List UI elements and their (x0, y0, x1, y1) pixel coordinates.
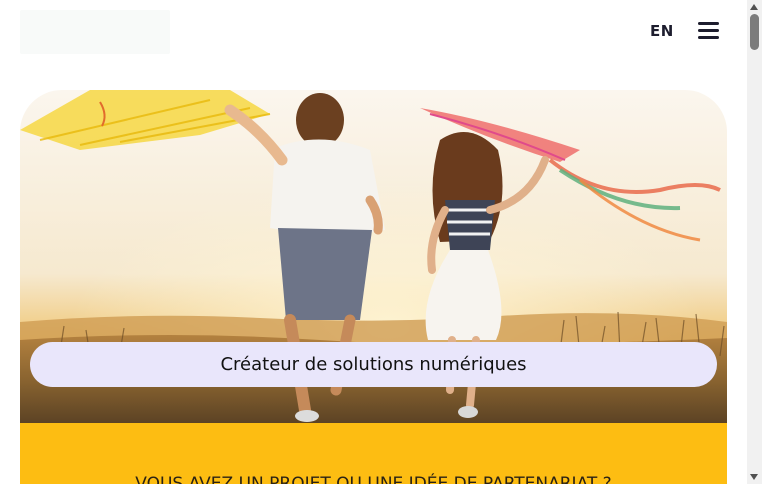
scroll-up-arrow-icon[interactable] (750, 4, 758, 10)
menu-bar (698, 29, 719, 32)
hamburger-menu-icon[interactable] (697, 22, 721, 40)
scroll-down-arrow-icon[interactable] (750, 474, 758, 480)
site-logo[interactable] (20, 10, 170, 54)
menu-bar (698, 22, 719, 25)
partnership-cta-heading[interactable]: VOUS AVEZ UN PROJET OU UNE IDÉE DE PARTE… (20, 474, 727, 484)
hero-banner: Créateur de solutions numériques (20, 90, 727, 424)
vertical-scrollbar[interactable] (747, 0, 762, 484)
page: EN Créateur de solutions numériques VOUS… (0, 0, 747, 484)
hero-tagline: Créateur de solutions numériques (30, 342, 717, 387)
menu-bar (698, 36, 719, 39)
scrollbar-thumb[interactable] (750, 14, 759, 50)
language-switch[interactable]: EN (650, 22, 674, 40)
partnership-cta-section: VOUS AVEZ UN PROJET OU UNE IDÉE DE PARTE… (20, 423, 727, 484)
